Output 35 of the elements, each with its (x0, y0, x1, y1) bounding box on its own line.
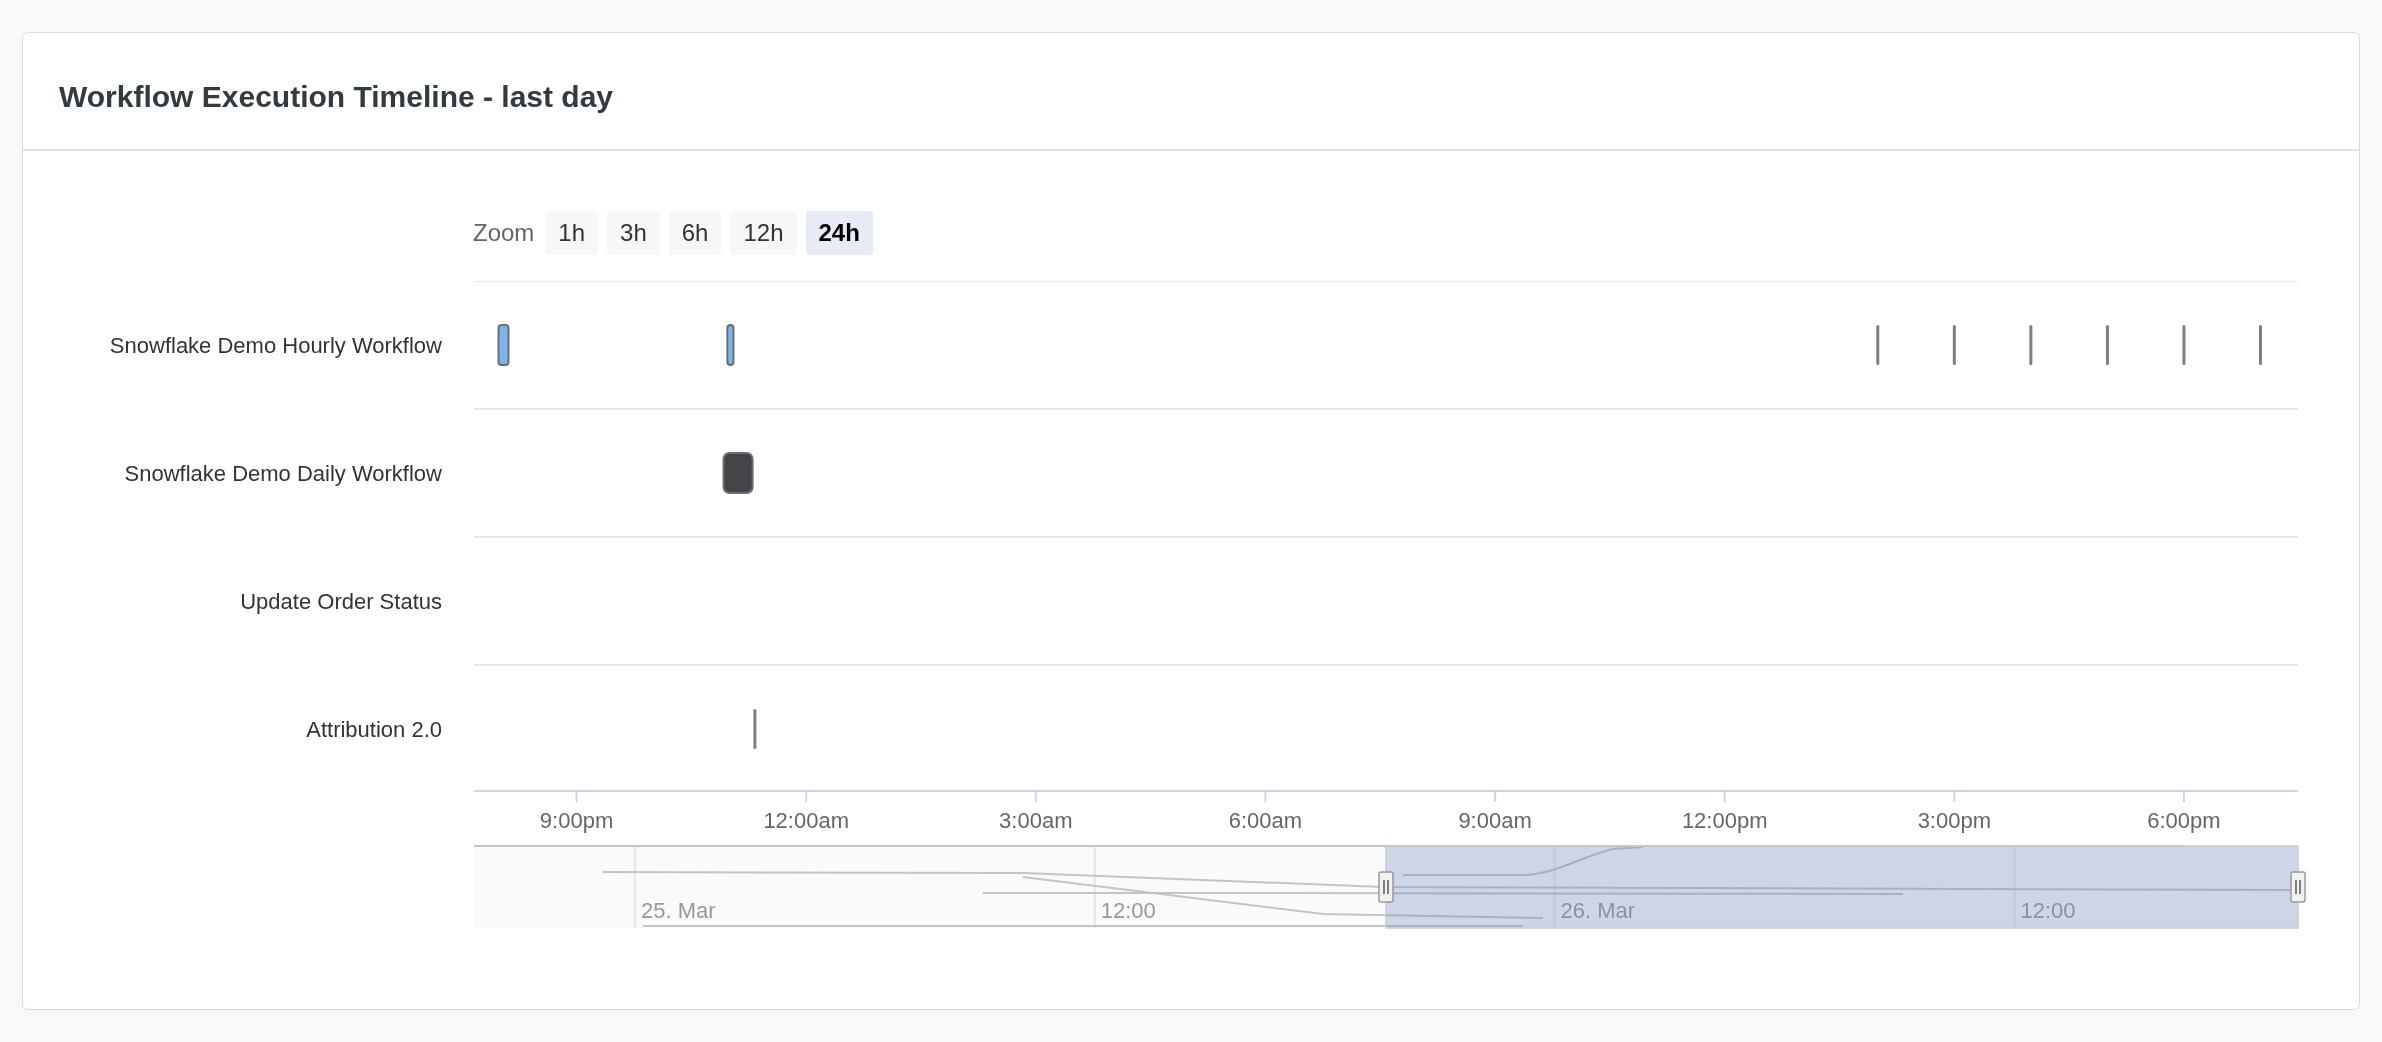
navigator-label: 12:00 (2020, 898, 2076, 923)
execution-mark[interactable] (2182, 325, 2186, 365)
row-label: Snowflake Demo Hourly Workflow (109, 333, 442, 358)
execution-mark[interactable] (1952, 325, 1956, 365)
range-handle-icon[interactable] (1378, 871, 1394, 903)
navigator-label: 12:00 (1100, 898, 1156, 923)
row-label: Attribution 2.0 (306, 717, 442, 742)
zoom-button[interactable]: 24h (805, 211, 873, 255)
zoom-button[interactable]: 12h (730, 211, 797, 255)
row-label: Snowflake Demo Daily Workflow (124, 461, 442, 486)
zoom-button[interactable]: 6h (668, 211, 722, 255)
zoom-label: Zoom (473, 219, 535, 247)
execution-bar[interactable] (497, 324, 510, 366)
axis-label: 6:00am (1228, 808, 1303, 833)
axis-label: 9:00pm (539, 808, 614, 833)
execution-bar[interactable] (726, 324, 735, 366)
execution-mark[interactable] (2259, 325, 2262, 365)
navigator-label: 26. Mar (1560, 898, 1636, 923)
axis-label: 3:00am (999, 808, 1073, 833)
axis-label: 3:00pm (1917, 808, 1991, 833)
execution-bar[interactable] (722, 452, 754, 494)
axis-label: 12:00pm (1681, 808, 1768, 833)
card-title: Workflow Execution Timeline - last day (59, 80, 614, 114)
execution-mark[interactable] (2029, 325, 2033, 365)
axis-label: 9:00am (1458, 808, 1532, 833)
range-handle-icon[interactable] (2290, 871, 2306, 903)
axis-label: 6:00pm (2147, 808, 2221, 833)
navigator-label: 25. Mar (640, 898, 716, 923)
row-label: Update Order Status (240, 589, 442, 614)
execution-mark[interactable] (753, 709, 757, 749)
execution-mark[interactable] (1876, 325, 1880, 365)
execution-mark[interactable] (2105, 325, 2109, 365)
zoom-button[interactable]: 3h (607, 211, 660, 255)
axis-label: 12:00am (763, 808, 849, 833)
zoom-button[interactable]: 1h (545, 211, 599, 255)
